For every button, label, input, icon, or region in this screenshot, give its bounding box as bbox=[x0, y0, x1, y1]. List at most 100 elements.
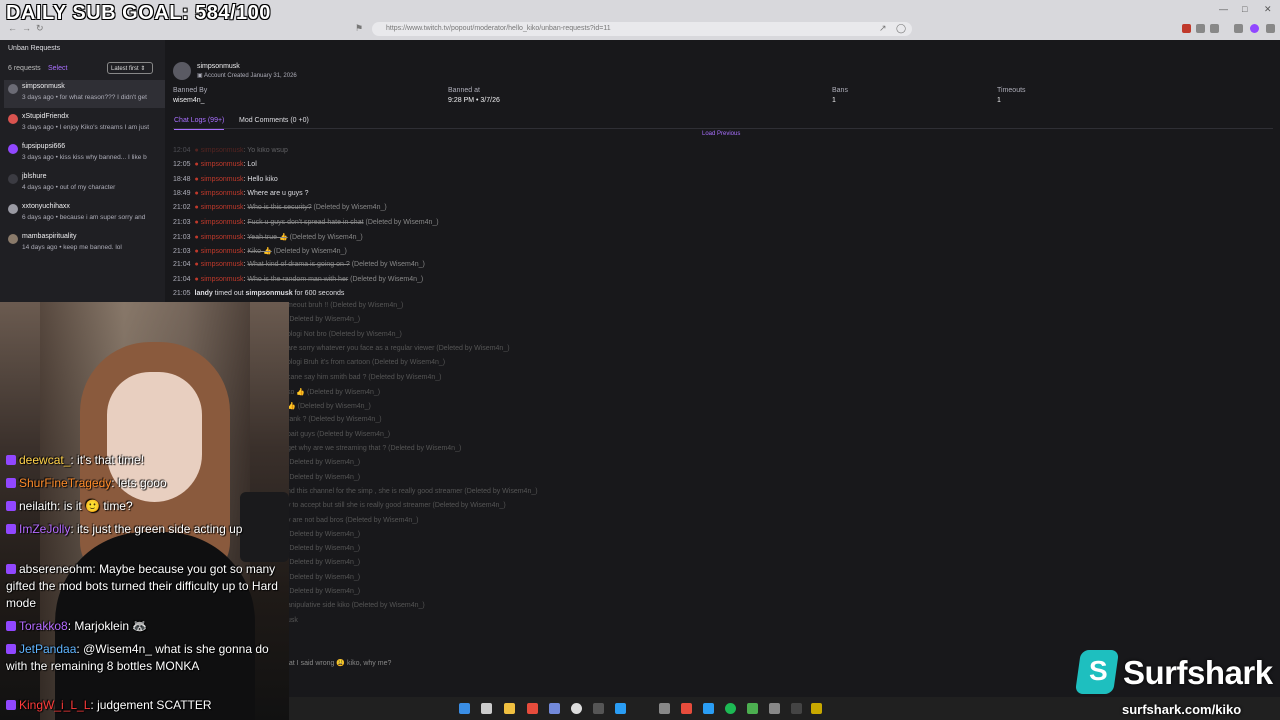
log-message: Who is the random man with her bbox=[247, 275, 349, 283]
chat-log-line: ologi Not bro (Deleted by Wisem4n_) bbox=[287, 330, 402, 338]
chat-username: KingW_i_L_L bbox=[19, 698, 91, 712]
app-icon[interactable] bbox=[681, 703, 692, 714]
sub-goal-overlay: DAILY SUB GOAL: 584/100 bbox=[6, 2, 271, 24]
subscriber-badge-icon bbox=[6, 524, 16, 534]
load-previous-button[interactable]: Load Previous bbox=[702, 131, 740, 137]
chat-username: JetPandaa bbox=[19, 642, 77, 656]
start-icon[interactable] bbox=[459, 703, 470, 714]
extension-icon[interactable] bbox=[1210, 24, 1219, 33]
log-user[interactable]: simpsonmusk bbox=[201, 190, 244, 197]
app-icon[interactable] bbox=[593, 703, 604, 714]
deleted-note: (Deleted by Wisem4n_) bbox=[350, 275, 424, 283]
extension-icon[interactable] bbox=[1182, 24, 1191, 33]
chat-log-line: ko 👍 (Deleted by Wisem4n_) bbox=[287, 388, 381, 396]
stream-chat-message: ShurFineTragedy: lets gooo bbox=[6, 475, 286, 492]
request-summary: 14 days ago • keep me banned. lol bbox=[22, 244, 122, 251]
log-user[interactable]: simpsonmusk bbox=[201, 276, 244, 283]
share-icon[interactable]: ↗ bbox=[879, 23, 887, 34]
discord-icon[interactable] bbox=[549, 703, 560, 714]
profile-icon[interactable] bbox=[1250, 24, 1259, 33]
log-time: 18:49 bbox=[173, 189, 191, 197]
banned-by-label: Banned By bbox=[173, 87, 208, 94]
tab-mod-comments[interactable]: Mod Comments (0 +0) bbox=[239, 117, 309, 124]
unban-request-item[interactable]: mambaspirituality 14 days ago • keep me b… bbox=[4, 230, 165, 258]
chat-log-line: 21:02 ● simpsonmusk: Who is this security… bbox=[173, 204, 387, 212]
minimize-icon[interactable]: — bbox=[1219, 4, 1228, 14]
chat-log-line: 21:03 ● simpsonmusk: Yeah true 👍 (Deleted… bbox=[173, 233, 363, 241]
log-time: 21:03 bbox=[173, 248, 191, 256]
sort-dropdown[interactable]: Latest first ⇕ bbox=[107, 62, 153, 74]
log-action: timed out bbox=[214, 290, 244, 297]
log-time: 12:05 bbox=[173, 161, 191, 169]
detail-username[interactable]: simpsonmusk bbox=[197, 63, 240, 70]
unban-request-item[interactable]: fupsipupsi666 3 days ago • kiss kiss why … bbox=[4, 140, 165, 168]
stream-chat-message: deewcat_: it's that time! bbox=[6, 452, 286, 469]
app-icon[interactable] bbox=[791, 703, 802, 714]
log-user[interactable]: simpsonmusk bbox=[201, 176, 244, 183]
log-time: 21:04 bbox=[173, 275, 191, 283]
chat-text: Marjoklein 🦝 bbox=[74, 619, 148, 633]
banned-at-value: 9:28 PM • 3/7/26 bbox=[448, 97, 500, 104]
log-mod[interactable]: landy bbox=[195, 290, 213, 297]
avatar bbox=[8, 114, 18, 124]
unban-request-item[interactable]: xxtonyuchihaxx 6 days ago • because i am … bbox=[4, 200, 165, 228]
chat-log-line: meout bruh !! (Deleted by Wisem4n_) bbox=[287, 302, 404, 309]
app-icon[interactable] bbox=[747, 703, 758, 714]
maximize-icon[interactable]: □ bbox=[1242, 4, 1247, 14]
log-user[interactable]: simpsonmusk bbox=[201, 204, 244, 211]
log-message: Yo kiko wsup bbox=[247, 147, 288, 154]
chat-text: it's that time! bbox=[77, 453, 145, 467]
log-user[interactable]: simpsonmusk bbox=[201, 248, 244, 255]
chat-log-line: 18:49 ● simpsonmusk: Where are u guys ? bbox=[173, 189, 309, 197]
shield-icon[interactable]: ◯ bbox=[896, 23, 906, 34]
chat-log-line: 18:48 ● simpsonmusk: Hello kiko bbox=[173, 175, 278, 183]
log-message: What kind of drama is going on ? bbox=[247, 261, 350, 269]
chat-log-line: 21:04 ● simpsonmusk: What kind of drama i… bbox=[173, 261, 425, 269]
app-icon[interactable] bbox=[769, 703, 780, 714]
log-time: 21:05 bbox=[173, 290, 191, 297]
obs-icon[interactable] bbox=[811, 703, 822, 714]
chat-username: ShurFineTragedy bbox=[19, 476, 112, 490]
avatar bbox=[173, 62, 191, 80]
unban-request-item[interactable]: jblshure 4 days ago • out of my character bbox=[4, 170, 165, 198]
request-username: jblshure bbox=[22, 173, 47, 180]
extension-icon[interactable] bbox=[1196, 24, 1205, 33]
chat-text: judgement SCATTER bbox=[97, 698, 212, 712]
chat-log-line: are sorry whatever you face as a regular… bbox=[287, 344, 510, 352]
bans-label: Bans bbox=[832, 87, 848, 94]
app-icon[interactable] bbox=[659, 703, 670, 714]
browser-icon[interactable] bbox=[527, 703, 538, 714]
log-user[interactable]: simpsonmusk bbox=[201, 147, 244, 154]
chat-log-line: nd this channel for the simp , she is re… bbox=[287, 487, 538, 495]
spotify-icon[interactable] bbox=[725, 703, 736, 714]
log-user[interactable]: simpsonmusk bbox=[201, 234, 244, 241]
menu-icon[interactable] bbox=[1266, 24, 1275, 33]
request-username: simpsonmusk bbox=[22, 83, 65, 90]
log-user[interactable]: simpsonmusk bbox=[201, 219, 244, 226]
chrome-icon[interactable] bbox=[571, 703, 582, 714]
stream-chat-message: JetPandaa: @Wisem4n_ what is she gonna d… bbox=[6, 642, 269, 673]
search-icon[interactable] bbox=[481, 703, 492, 714]
address-bar[interactable]: https://www.twitch.tv/popout/moderator/h… bbox=[372, 22, 912, 36]
edge-icon[interactable] bbox=[615, 703, 626, 714]
sidebar-icon[interactable] bbox=[1234, 24, 1243, 33]
close-icon[interactable]: ✕ bbox=[1264, 4, 1272, 15]
unban-request-item[interactable]: simpsonmusk 3 days ago • for what reason?… bbox=[4, 80, 165, 108]
stream-chat-message: ImZeJolly: its just the green side actin… bbox=[6, 521, 286, 538]
unban-request-item[interactable]: xStupidFriendx 3 days ago • I enjoy Kiko'… bbox=[4, 110, 165, 138]
app-icon[interactable] bbox=[703, 703, 714, 714]
chat-log-line: (Deleted by Wisem4n_) bbox=[287, 473, 361, 481]
select-button[interactable]: Select bbox=[48, 65, 67, 72]
log-user[interactable]: simpsonmusk bbox=[201, 161, 244, 168]
folder-icon[interactable] bbox=[504, 703, 515, 714]
bookmark-icon[interactable]: ⚑ bbox=[355, 23, 363, 34]
chat-log-line: (Deleted by Wisem4n_) bbox=[287, 559, 361, 567]
sort-label: Latest first bbox=[111, 66, 139, 72]
deleted-note: (Deleted by Wisem4n_) bbox=[273, 248, 347, 256]
request-username: fupsipupsi666 bbox=[22, 143, 66, 150]
log-user[interactable]: simpsonmusk bbox=[201, 261, 244, 268]
log-user[interactable]: simpsonmusk bbox=[246, 290, 293, 297]
log-message: Kiko 👍 bbox=[247, 248, 272, 256]
chat-log-line: anipulative side kiko (Deleted by Wisem4… bbox=[287, 602, 425, 610]
banned-by-value: wisem4n_ bbox=[173, 97, 205, 104]
